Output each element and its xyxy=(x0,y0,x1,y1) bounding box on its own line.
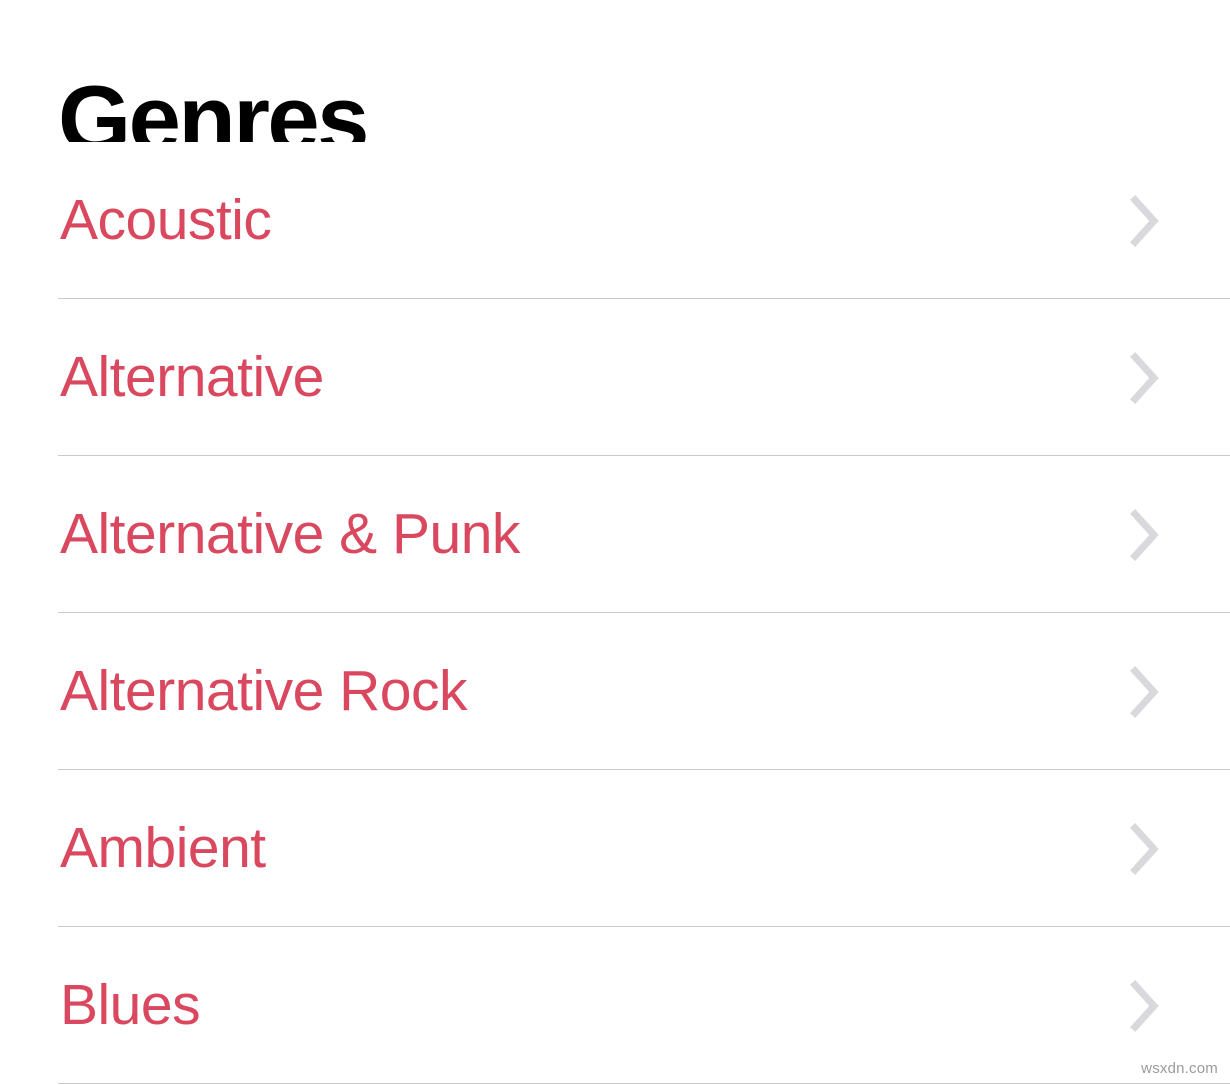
chevron-right-icon[interactable] xyxy=(1130,194,1160,247)
chevron-right-icon[interactable] xyxy=(1130,351,1160,404)
list-item[interactable]: Blues xyxy=(0,927,1230,1084)
list-item-label: Ambient xyxy=(60,816,266,880)
list-item[interactable]: Alternative Rock xyxy=(0,613,1230,770)
list-item-label: Acoustic xyxy=(60,188,272,252)
list-item-label: Alternative xyxy=(60,345,324,409)
list-item-content: Alternative xyxy=(0,299,1230,456)
chevron-right-icon[interactable] xyxy=(1130,979,1160,1032)
list-item-content: Acoustic xyxy=(0,142,1230,299)
genre-list: Acoustic Alternative Alternative & Punk … xyxy=(0,142,1230,1084)
list-item-content: Alternative & Punk xyxy=(0,456,1230,613)
list-item[interactable]: Alternative & Punk xyxy=(0,456,1230,613)
list-item-label: Blues xyxy=(60,973,201,1037)
list-item[interactable]: Alternative xyxy=(0,299,1230,456)
list-item[interactable]: Ambient xyxy=(0,770,1230,927)
list-item-content: Alternative Rock xyxy=(0,613,1230,770)
list-item[interactable]: Acoustic xyxy=(0,142,1230,299)
genres-screen: Genres Acoustic Alternative Alternative … xyxy=(0,0,1230,1085)
watermark: wsxdn.com xyxy=(1141,1060,1218,1077)
chevron-right-icon[interactable] xyxy=(1130,508,1160,561)
list-item-content: Ambient xyxy=(0,770,1230,927)
chevron-right-icon[interactable] xyxy=(1130,822,1160,875)
list-item-content: Blues xyxy=(0,927,1230,1084)
list-item-label: Alternative & Punk xyxy=(60,502,520,566)
chevron-right-icon[interactable] xyxy=(1130,665,1160,718)
list-item-label: Alternative Rock xyxy=(60,659,468,723)
